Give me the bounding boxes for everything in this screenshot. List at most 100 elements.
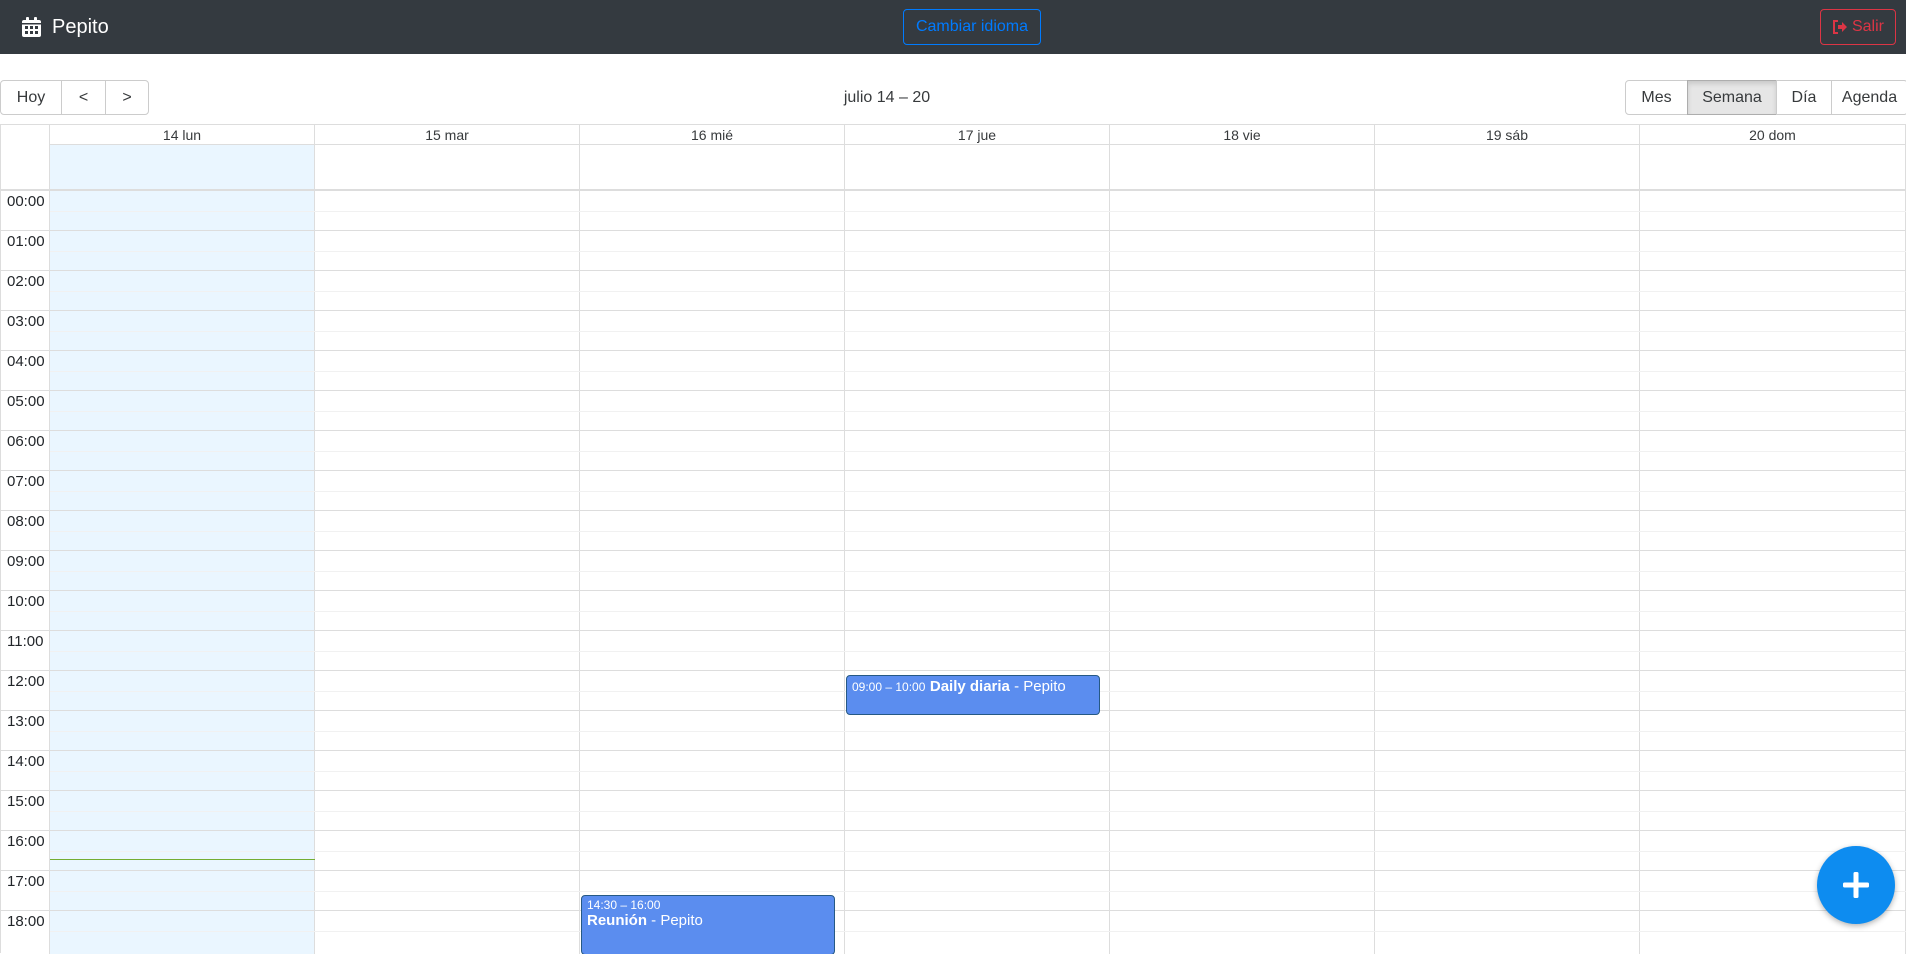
hour-line (1, 790, 1906, 791)
hour-label: 05:00 (7, 393, 45, 410)
day-column[interactable] (1375, 191, 1640, 954)
half-hour-line (50, 931, 1906, 932)
allday-cell[interactable] (1110, 145, 1375, 190)
day-header[interactable]: 17 jue (845, 125, 1110, 145)
half-hour-line (50, 411, 1906, 412)
time-gutter: 00:00 01:00 02:00 03:00 04:00 05:00 06:00 07:00… (1, 191, 50, 954)
hour-line (1, 630, 1906, 631)
hour-line (1, 830, 1906, 831)
day-column-today[interactable] (50, 191, 315, 954)
hour-label: 02:00 (7, 273, 45, 290)
event-owner: - Pepito (1009, 678, 1066, 695)
hour-label: 13:00 (7, 713, 45, 730)
hour-line (1, 390, 1906, 391)
change-language-button[interactable]: Cambiar idioma (903, 9, 1041, 45)
half-hour-line (50, 331, 1906, 332)
hour-label: 04:00 (7, 353, 45, 370)
hour-label: 06:00 (7, 433, 45, 450)
half-hour-line (50, 651, 1906, 652)
view-month-button[interactable]: Mes (1625, 80, 1688, 115)
allday-cell[interactable] (50, 145, 315, 190)
hour-line (1, 350, 1906, 351)
half-hour-line (50, 491, 1906, 492)
view-day-button[interactable]: Día (1776, 80, 1832, 115)
today-button[interactable]: Hoy (0, 80, 62, 115)
hour-label: 08:00 (7, 513, 45, 530)
day-column[interactable] (845, 191, 1110, 954)
half-hour-line (50, 211, 1906, 212)
half-hour-line (50, 291, 1906, 292)
hour-label: 00:00 (7, 193, 45, 210)
event-time: 14:30 – 16:00 (587, 898, 661, 912)
hour-line (1, 270, 1906, 271)
week-calendar: 14 lun 15 mar 16 mié 17 jue 18 vie 19 sá… (0, 124, 1906, 954)
day-header[interactable]: 16 mié (580, 125, 845, 145)
plus-icon (1843, 872, 1869, 898)
hour-line (1, 510, 1906, 511)
sign-out-icon (1832, 20, 1847, 34)
half-hour-line (50, 611, 1906, 612)
day-column[interactable] (580, 191, 845, 954)
half-hour-line (50, 731, 1906, 732)
event-meeting[interactable]: 14:30 – 16:00 Reunión - Pepito (581, 895, 835, 954)
time-gutter-header (1, 125, 50, 190)
half-hour-line (50, 451, 1906, 452)
day-header[interactable]: 19 sáb (1375, 125, 1640, 145)
view-agenda-button[interactable]: Agenda (1831, 80, 1906, 115)
exit-button[interactable]: Salir (1820, 9, 1896, 45)
half-hour-line (50, 891, 1906, 892)
exit-label: Salir (1851, 18, 1884, 35)
day-column[interactable] (1640, 191, 1906, 954)
hour-line (1, 310, 1906, 311)
hour-label: 11:00 (7, 633, 44, 650)
hour-label: 01:00 (7, 233, 45, 250)
hour-label: 07:00 (7, 473, 45, 490)
event-owner: - Pepito (647, 912, 703, 929)
day-header[interactable]: 20 dom (1640, 125, 1906, 145)
next-button[interactable]: > (105, 80, 149, 115)
hour-label: 17:00 (7, 873, 45, 890)
hour-line (1, 870, 1906, 871)
hour-line (1, 590, 1906, 591)
hour-label: 09:00 (7, 553, 45, 570)
day-header[interactable]: 15 mar (315, 125, 580, 145)
allday-cell[interactable] (845, 145, 1110, 190)
day-column[interactable] (1110, 191, 1375, 954)
hour-line (1, 470, 1906, 471)
event-daily[interactable]: 09:00 – 10:00 Daily diaria - Pepito (846, 675, 1100, 715)
current-time-indicator (50, 859, 315, 860)
add-event-button[interactable] (1817, 846, 1895, 924)
hour-line (1, 910, 1906, 911)
hour-line (1, 670, 1906, 671)
view-switcher: Mes Semana Día Agenda (1625, 80, 1906, 115)
hour-label: 14:00 (7, 753, 45, 770)
allday-cell[interactable] (1375, 145, 1640, 190)
time-grid[interactable]: 00:00 01:00 02:00 03:00 04:00 05:00 06:00 07:00… (1, 191, 1906, 954)
day-header[interactable]: 18 vie (1110, 125, 1375, 145)
event-time: 09:00 – 10:00 (852, 680, 926, 694)
event-title: Reunión (587, 912, 647, 929)
view-week-button[interactable]: Semana (1687, 80, 1777, 115)
half-hour-line (50, 811, 1906, 812)
prev-button[interactable]: < (61, 80, 106, 115)
navbar: Pepito Cambiar idioma Salir (0, 0, 1906, 54)
hour-label: 16:00 (7, 833, 45, 850)
hour-label: 03:00 (7, 313, 45, 330)
navigation-group: Hoy < > (0, 80, 149, 115)
day-header[interactable]: 14 lun (50, 125, 315, 145)
hour-line (1, 230, 1906, 231)
allday-cell[interactable] (1640, 145, 1906, 190)
brand[interactable]: Pepito (22, 0, 109, 54)
half-hour-line (50, 771, 1906, 772)
half-hour-line (50, 251, 1906, 252)
hour-line (1, 550, 1906, 551)
allday-cell[interactable] (315, 145, 580, 190)
half-hour-line (50, 851, 1906, 852)
hour-label: 18:00 (7, 913, 45, 930)
hour-label: 12:00 (7, 673, 45, 690)
allday-cell[interactable] (580, 145, 845, 190)
calendar-icon (22, 17, 41, 37)
event-title: Daily diaria (929, 678, 1010, 695)
day-column[interactable] (315, 191, 580, 954)
hour-label: 15:00 (7, 793, 45, 810)
